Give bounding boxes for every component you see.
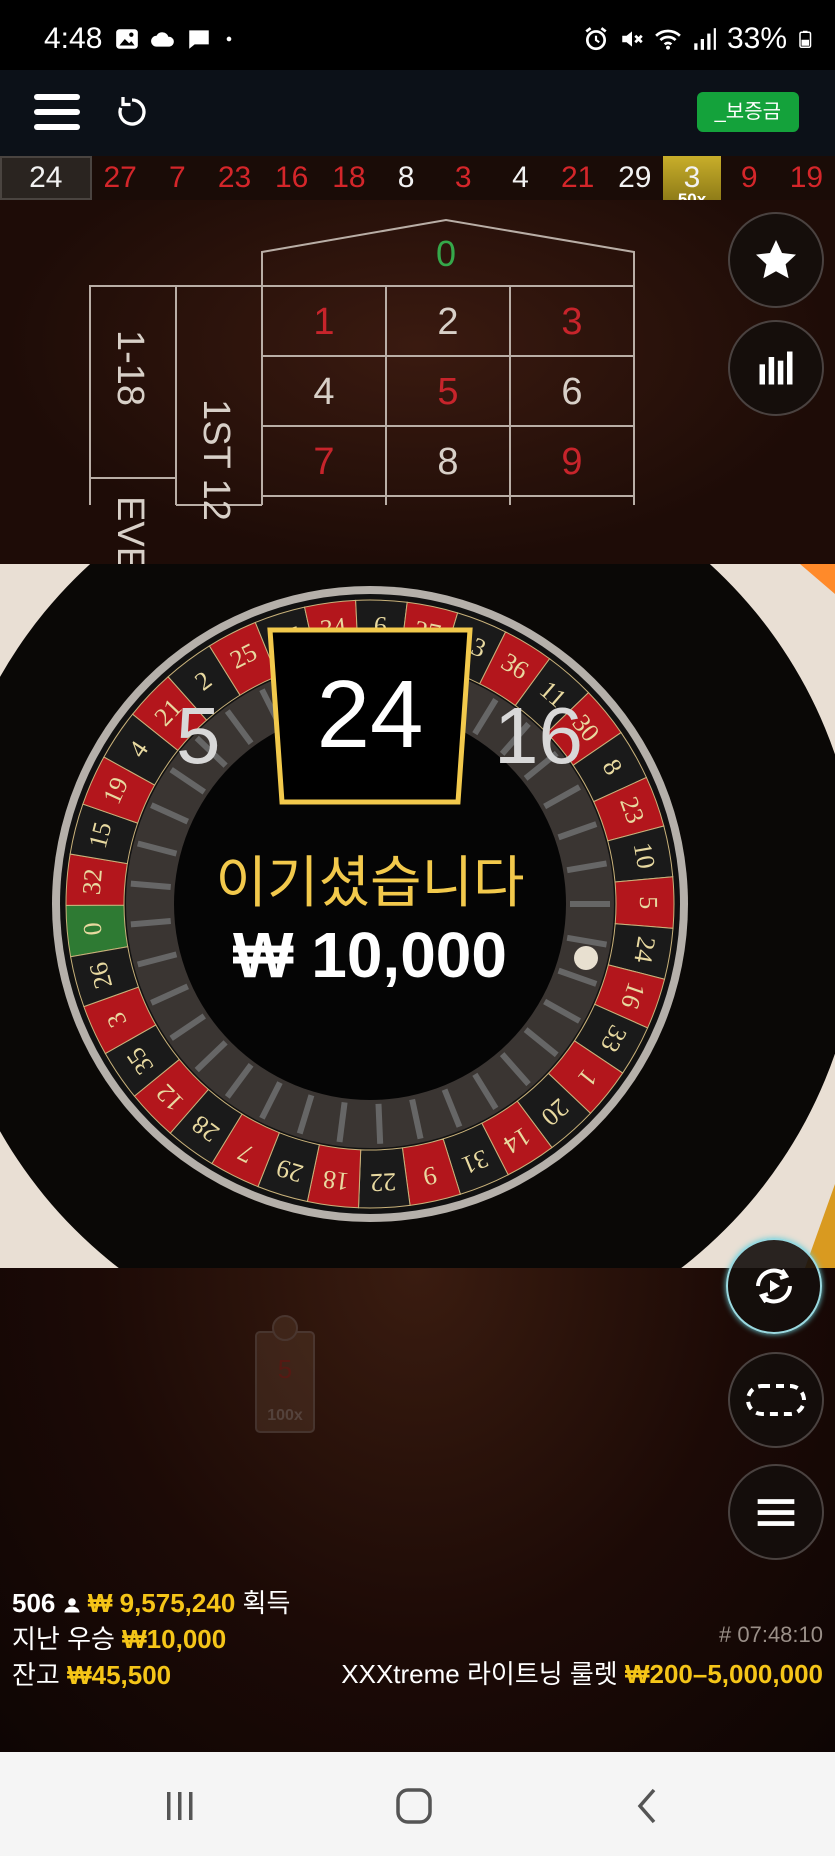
bet-cell-5[interactable]: 5	[437, 371, 458, 413]
balance-row: 잔고 ₩45,500	[12, 1655, 171, 1692]
deposit-button[interactable]: _보증금	[696, 92, 799, 132]
racetrack-icon	[746, 1384, 806, 1416]
balance-amount: ₩45,500	[67, 1660, 172, 1690]
bar-chart-icon	[759, 351, 793, 385]
signal-icon	[694, 28, 716, 50]
alarm-icon	[585, 27, 607, 51]
history-number: 19	[789, 161, 824, 194]
history-number: 9	[740, 161, 758, 194]
wheel-number: 22	[369, 1167, 396, 1197]
history-number: 18	[332, 161, 366, 194]
player-count: 506	[12, 1588, 56, 1618]
bet-limits: ₩200–5,000,000	[624, 1659, 823, 1689]
history-number: 16	[275, 161, 309, 194]
menu-icon	[757, 1499, 795, 1526]
battery-percent: 33%	[726, 22, 787, 55]
faded-card-number: 5	[278, 1354, 292, 1384]
faded-card-multiplier: 100x	[267, 1407, 303, 1424]
zero-number: 0	[436, 233, 456, 274]
betting-table: 0 1 2 3 4 5 6 7 8 9 1-18 EVE 1ST 12	[89, 218, 635, 564]
players-and-winnings: 506 ₩ 9,575,240 획득	[12, 1583, 290, 1620]
last-win-row: 지난 우승 ₩10,000	[12, 1619, 226, 1656]
mute-icon	[622, 31, 643, 47]
message-icon	[189, 30, 209, 49]
history-number: 29	[618, 161, 652, 194]
history-number: 24	[0, 156, 92, 200]
history-number: 4	[512, 161, 529, 194]
history-number: 350x	[663, 156, 721, 209]
bet-cell-3[interactable]: 3	[561, 301, 582, 343]
bet-cell-9[interactable]: 9	[561, 441, 582, 483]
autoplay-button[interactable]	[726, 1238, 822, 1334]
statistics-button[interactable]	[728, 320, 824, 416]
bet-cell-4[interactable]: 4	[313, 371, 334, 413]
last-win-amount: ₩10,000	[122, 1624, 227, 1654]
lightning-card-faded: 5 100x	[255, 1315, 315, 1433]
bet-cell-2[interactable]: 2	[437, 301, 458, 343]
bet-cell-6[interactable]: 6	[561, 371, 582, 413]
gallery-icon	[116, 29, 138, 49]
status-bar: 4:48 33%	[0, 0, 835, 70]
bet-even[interactable]: EVE	[109, 496, 151, 564]
bet-first-dozen[interactable]: 1ST 12	[195, 399, 237, 521]
bet-cell-7[interactable]: 7	[313, 441, 334, 483]
round-id: # 07:48:10	[719, 1622, 823, 1647]
win-message: 이기셨습니다	[215, 851, 525, 914]
winning-number: 24	[316, 661, 424, 768]
back-icon[interactable]	[628, 1786, 668, 1826]
status-left-icons	[114, 26, 236, 52]
total-winnings-suffix: 획득	[242, 1588, 291, 1618]
status-time: 4:48	[44, 22, 103, 55]
person-icon	[64, 1598, 80, 1613]
total-winnings: ₩ 9,575,240	[87, 1588, 236, 1618]
battery-icon	[799, 30, 812, 48]
home-icon[interactable]	[394, 1786, 434, 1826]
history-number: 21	[560, 161, 595, 194]
history-number: 3	[454, 161, 472, 194]
balance-label: 잔고	[12, 1660, 60, 1690]
history-number: 7	[168, 161, 186, 194]
previous-number: 5	[176, 691, 221, 780]
game-limits: XXXtreme 라이트닝 룰렛 ₩200–5,000,000	[341, 1654, 823, 1691]
wifi-icon	[655, 29, 681, 50]
history-number: 23	[217, 161, 252, 194]
top-app-bar: _보증금	[0, 70, 835, 156]
game-name: XXXtreme 라이트닝 룰렛	[341, 1659, 618, 1689]
dot-icon	[226, 36, 232, 42]
win-amount: ₩ 10,000	[233, 919, 507, 991]
bet-cell-1[interactable]: 1	[313, 301, 334, 343]
menu-button[interactable]	[728, 1464, 824, 1560]
autoplay-icon	[756, 1268, 792, 1304]
next-number: 16	[494, 691, 583, 780]
hamburger-menu-icon[interactable]	[34, 92, 80, 132]
results-history: 24 27 7 23 16 18 8 3 4 21 29 350x 9 19	[0, 156, 835, 209]
reload-icon[interactable]	[114, 94, 150, 130]
system-nav-bar	[0, 1752, 835, 1856]
bet-cell-8[interactable]: 8	[437, 441, 458, 483]
favorite-button[interactable]	[728, 212, 824, 308]
last-win-label: 지난 우승	[12, 1624, 115, 1654]
star-icon	[756, 240, 796, 279]
display-mode-button[interactable]	[728, 1352, 824, 1448]
bet-1-18[interactable]: 1-18	[109, 330, 151, 406]
cloud-icon	[151, 32, 174, 47]
status-right-icons: 33%	[583, 22, 815, 56]
recents-icon[interactable]	[160, 1786, 200, 1826]
betting-table-area: 0 1 2 3 4 5 6 7 8 9 1-18 EVE 1ST 12	[0, 200, 835, 564]
history-number: 27	[103, 161, 137, 194]
history-number: 8	[397, 161, 415, 194]
wheel-number: 18	[321, 1164, 350, 1196]
